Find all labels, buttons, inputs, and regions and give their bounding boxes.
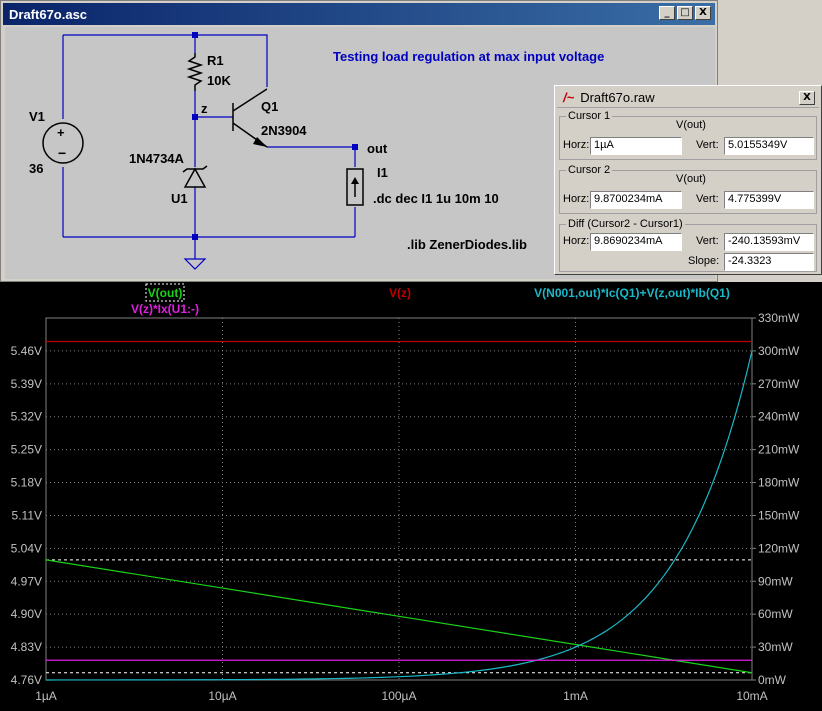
wire-out [267, 146, 356, 167]
y-left-tick-label: 5.39V [11, 377, 42, 391]
lib-command: .lib ZenerDiodes.lib [407, 237, 527, 252]
cursor1-title: Cursor 1 [566, 110, 613, 122]
cursor1-group: Cursor 1 V(out) Horz: 1µA Vert: 5.015534… [559, 110, 817, 160]
cursor1-horz-field[interactable]: 1µA [590, 137, 682, 155]
y-right-tick-label: 60mW [758, 607, 793, 621]
y-left-tick-label: 4.97V [11, 574, 42, 588]
y-left-tick-label: 5.32V [11, 410, 42, 424]
cursor2-horz-field[interactable]: 9.8700234mA [590, 191, 682, 209]
cursor-window-close-button[interactable]: X [799, 91, 815, 105]
diff-slope-field[interactable]: -24.3323 [724, 253, 814, 271]
y-left-tick-label: 4.90V [11, 607, 42, 621]
plot-grid [45, 317, 753, 681]
x-tick-label: 10mA [736, 689, 767, 703]
cursor-window-titlebar[interactable]: /~ Draft67o.raw X [557, 88, 819, 108]
y-right-tick-label: 330mW [758, 311, 800, 325]
y-right-tick-label: 30mW [758, 640, 793, 654]
x-tick-label: 1mA [563, 689, 588, 703]
node-z-label: z [201, 101, 208, 116]
diff-group: Diff (Cursor2 - Cursor1) Horz: 9.8690234… [559, 218, 817, 272]
minimize-button[interactable]: _ [659, 6, 675, 20]
plot-legend: V(out) V(z) V(N001,out)*Ic(Q1)+V(z,out)*Ib… [131, 283, 730, 316]
y-right-tick-label: 90mW [758, 574, 793, 588]
cursor-window[interactable]: /~ Draft67o.raw X Cursor 1 V(out) Horz: … [554, 85, 822, 275]
y-right-tick-label: 120mW [758, 541, 800, 555]
svg-text:−: − [58, 145, 66, 161]
dc-command: .dc dec I1 1u 10m 10 [373, 191, 499, 206]
cursor2-group: Cursor 2 V(out) Horz: 9.8700234mA Vert: … [559, 164, 817, 214]
diff-horz-label: Horz: [563, 235, 590, 247]
diode-model: 1N4734A [129, 151, 185, 166]
schematic-titlebar[interactable]: Draft67o.asc _ □ X [3, 3, 715, 25]
cursor1-trace: V(out) [676, 119, 706, 131]
cursor2-trace: V(out) [676, 173, 706, 185]
cursor2-title: Cursor 2 [566, 164, 613, 176]
cursor1-horz-label: Horz: [563, 139, 590, 151]
diff-vert-field[interactable]: -240.13593mV [724, 233, 814, 251]
y-right-tick-label: 150mW [758, 508, 800, 522]
i1-symbol [346, 168, 364, 206]
cursor2-vert-field[interactable]: 4.775399V [724, 191, 814, 209]
zener-symbol [182, 165, 208, 188]
v1-label: V1 [29, 109, 45, 124]
cursor2-horz-label: Horz: [563, 193, 590, 205]
y-right-tick-label: 240mW [758, 410, 800, 424]
ground-symbol [183, 258, 207, 270]
q1-model: 2N3904 [261, 123, 307, 138]
node-out-label: out [367, 141, 388, 156]
waveform-icon: /~ [563, 90, 575, 105]
svg-text:+: + [57, 125, 65, 140]
legend-entry: V(N001,out)*Ic(Q1)+V(z,out)*Ib(Q1) [534, 286, 730, 300]
v1-value: 36 [29, 161, 43, 176]
y-right-tick-label: 300mW [758, 344, 800, 358]
cursor2-vert-label: Vert: [696, 193, 719, 205]
cursor1-vert-field[interactable]: 5.0155349V [724, 137, 814, 155]
q1-symbol [232, 88, 268, 148]
cursor-window-title: Draft67o.raw [580, 90, 655, 105]
y-right-tick-label: 270mW [758, 377, 800, 391]
x-tick-label: 1µA [35, 689, 57, 703]
y-right-tick-label: 210mW [758, 443, 800, 457]
legend-entry: V(z) [389, 286, 411, 300]
schematic-comment: Testing load regulation at max input vol… [333, 49, 604, 64]
y-right-tick-label: 180mW [758, 476, 800, 490]
x-tick-label: 10µA [208, 689, 236, 703]
r1-label: R1 [207, 53, 224, 68]
y-right-tick-label: 0mW [758, 673, 787, 687]
y-left-tick-label: 4.76V [11, 673, 42, 687]
diff-slope-label: Slope: [688, 255, 720, 267]
legend-entry: V(z)*Ix(U1:-) [131, 302, 199, 316]
cursor1-vert-label: Vert: [696, 139, 719, 151]
q1-label: Q1 [261, 99, 278, 114]
y-left-tick-label: 5.11V [12, 508, 42, 522]
u1-label: U1 [171, 191, 188, 206]
r1-symbol [186, 53, 204, 91]
wire-top [63, 34, 268, 87]
y-left-tick-label: 5.18V [11, 476, 42, 490]
y-left-tick-label: 5.46V [11, 344, 42, 358]
waveform-plot[interactable]: 1µA 10µA 100µA 1mA 10mA 4.76V 4.83V 4.90V 4.97V 5… [0, 282, 822, 711]
diff-title: Diff (Cursor2 - Cursor1) [566, 218, 685, 230]
legend-entry: V(out) [148, 286, 183, 300]
r1-value: 10K [207, 73, 231, 88]
y-left-tick-label: 5.25V [11, 443, 42, 457]
restore-button[interactable]: □ [677, 6, 693, 20]
close-button[interactable]: X [695, 6, 711, 20]
waveform-plot-pane[interactable]: 1µA 10µA 100µA 1mA 10mA 4.76V 4.83V 4.90V 4.97V 5… [0, 282, 822, 711]
i1-label: I1 [377, 165, 388, 180]
y-left-tick-label: 4.83V [11, 640, 42, 654]
diff-vert-label: Vert: [696, 235, 719, 247]
x-tick-label: 100µA [382, 689, 417, 703]
diff-horz-field[interactable]: 9.8690234mA [590, 233, 682, 251]
y-left-tick-label: 5.04V [11, 541, 42, 555]
schematic-title: Draft67o.asc [9, 6, 88, 22]
